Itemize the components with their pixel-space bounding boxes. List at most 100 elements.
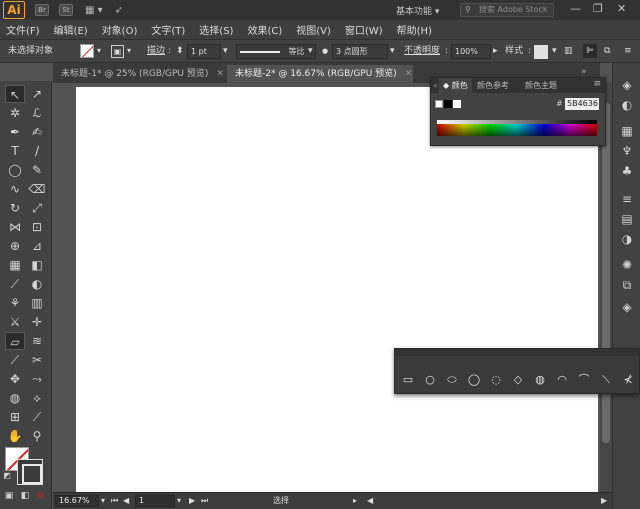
stroke-weight-field[interactable]: 1 pt xyxy=(187,44,221,59)
stock-search-input[interactable]: ⚲ 搜索 Adobe Stock xyxy=(460,3,554,17)
color-panel-menu-icon[interactable]: ≡ xyxy=(593,79,601,89)
knife-tool-icon[interactable]: ⟋ xyxy=(5,351,25,369)
puppet-warp-tool-icon[interactable]: ✥ xyxy=(5,370,25,388)
default-colors-icon[interactable]: ◩ xyxy=(2,467,12,485)
status-scroll-right-icon[interactable]: ▶ xyxy=(601,495,607,507)
ellipse-tool-icon[interactable]: ◯ xyxy=(5,161,25,179)
workspace-switcher[interactable]: 基本功能 ▾ xyxy=(396,4,439,17)
panel-collapse-icon[interactable]: « xyxy=(431,78,438,93)
transform-icon[interactable]: ⧉ xyxy=(604,44,610,58)
menu-type[interactable]: 文字(T) xyxy=(151,22,185,37)
toolbar-grip[interactable] xyxy=(395,349,639,356)
curvature-tool-icon[interactable]: ✍ xyxy=(27,123,47,141)
opacity-label[interactable]: 不透明度 xyxy=(404,44,440,58)
pen-tool-icon[interactable]: ✒ xyxy=(5,123,25,141)
stock-button[interactable]: St xyxy=(59,4,73,16)
eyedropper-tool-icon[interactable]: ⟋ xyxy=(5,275,25,293)
magic-wand-tool-icon[interactable]: ✲ xyxy=(5,104,25,122)
appearance-icon[interactable]: ✺ xyxy=(619,257,635,273)
layers-icon[interactable]: ◈ xyxy=(619,299,635,315)
menu-file[interactable]: 文件(F) xyxy=(6,22,40,37)
opacity-field[interactable]: 100% xyxy=(451,44,491,59)
stroke-profile-select[interactable]: 等比 xyxy=(236,44,316,59)
rocket-icon[interactable]: ➶ xyxy=(115,5,123,16)
style-dropdown-icon[interactable]: ▾ xyxy=(552,44,557,58)
zoom-field[interactable]: 16.67% xyxy=(55,495,99,507)
black-swatch[interactable] xyxy=(444,100,452,108)
artboard-dropdown-icon[interactable]: ▾ xyxy=(177,495,181,507)
gradient-icon[interactable]: ▤ xyxy=(619,211,635,227)
hand-tool-icon[interactable]: ✋ xyxy=(5,427,25,445)
stroke-color-swatch[interactable] xyxy=(17,459,43,485)
none-mode-icon[interactable]: ⊘ xyxy=(34,487,48,505)
stroke-label[interactable]: 描边 xyxy=(147,44,165,58)
menu-effect[interactable]: 效果(C) xyxy=(247,22,282,37)
document-setup-icon[interactable]: ▥ xyxy=(564,44,573,58)
none-swatch[interactable] xyxy=(435,100,443,108)
opacity-dropdown-icon[interactable]: ▸ xyxy=(493,44,498,58)
tab-untitled-2[interactable]: 未标题-2* @ 16.67% (RGB/GPU 预览) ✕ xyxy=(227,65,413,83)
last-artboard-icon[interactable]: ⏭ xyxy=(201,495,208,507)
stroke-profile-dropdown-icon[interactable]: ▾ xyxy=(308,44,313,58)
arrange-documents-icon[interactable]: ▦ ▾ xyxy=(85,5,103,16)
line-shape-icon[interactable]: ⟍ xyxy=(599,373,613,387)
restore-button[interactable]: ❐ xyxy=(593,2,603,15)
next-artboard-icon[interactable]: ▶ xyxy=(189,495,195,507)
bridge-button[interactable]: Br xyxy=(35,4,49,16)
curve-shape-icon[interactable]: ⌒ xyxy=(577,373,591,387)
white-swatch[interactable] xyxy=(453,100,461,108)
type-tool-icon[interactable]: T xyxy=(5,142,25,160)
hex-input[interactable]: 5B4636 xyxy=(565,98,599,110)
line-tool-icon[interactable]: / xyxy=(27,142,47,160)
rounded-circle-icon[interactable]: ◌ xyxy=(489,373,503,387)
menu-help[interactable]: 帮助(H) xyxy=(397,22,432,37)
rectangle-tool-icon[interactable]: ▱ xyxy=(5,332,25,350)
symbol-sprayer-tool-icon[interactable]: ⚘ xyxy=(5,294,25,312)
menu-edit[interactable]: 编辑(E) xyxy=(54,22,88,37)
tab-color[interactable]: ◆ 颜色 xyxy=(439,78,472,93)
status-scroll-left-icon[interactable]: ◀ xyxy=(367,495,373,507)
artboard-tool-icon[interactable]: ⊞ xyxy=(5,408,25,426)
prev-artboard-icon[interactable]: ◀ xyxy=(123,495,129,507)
tab-untitled-1[interactable]: 未标题-1* @ 25% (RGB/GPU 预览) ✕ xyxy=(53,65,225,83)
artboard-number-field[interactable]: 1 xyxy=(135,495,175,507)
color-mode-icon[interactable]: ▣ xyxy=(2,487,16,505)
style-swatch[interactable] xyxy=(534,45,548,59)
tab-color-guide[interactable]: 颜色参考 xyxy=(473,78,513,93)
menu-view[interactable]: 视图(V) xyxy=(296,22,331,37)
globe-tool-icon[interactable]: ◍ xyxy=(5,389,25,407)
rectangle-shape-icon[interactable]: ▭ xyxy=(401,373,415,387)
color-panel-icon[interactable]: ◈ xyxy=(619,77,635,93)
stroke-swatch[interactable]: ▣ xyxy=(111,45,124,58)
width-tool-icon[interactable]: ⋈ xyxy=(5,218,25,236)
ellipse-shape-icon[interactable]: ⬭ xyxy=(445,373,459,387)
menu-window[interactable]: 窗口(W) xyxy=(345,22,383,37)
fill-swatch[interactable] xyxy=(80,44,94,58)
mesh-tool-icon[interactable]: ▦ xyxy=(5,256,25,274)
transparency-icon[interactable]: ◑ xyxy=(619,231,635,247)
selection-tool-icon[interactable]: ↖ xyxy=(5,85,25,103)
oval-shape-icon[interactable]: ◯ xyxy=(467,373,481,387)
stroke-icon[interactable]: ≡ xyxy=(619,191,635,207)
diamond-shape-icon[interactable]: ◇ xyxy=(511,373,525,387)
dropper-tool-icon[interactable]: ⟋ xyxy=(27,408,47,426)
menu-object[interactable]: 对象(O) xyxy=(102,22,138,37)
paintbrush-tool-icon[interactable]: ✎ xyxy=(27,161,47,179)
blend-tool-icon[interactable]: ◐ xyxy=(27,275,47,293)
direct-selection-tool-icon[interactable]: ↗ xyxy=(27,85,47,103)
graph-tool-icon[interactable]: ▥ xyxy=(27,294,47,312)
minimize-button[interactable]: — xyxy=(570,2,581,15)
star-tool-icon[interactable]: ≋ xyxy=(27,332,47,350)
stroke-dropdown-icon[interactable]: ▾ xyxy=(127,44,131,58)
align-icon[interactable]: ⊫ xyxy=(583,44,597,58)
close-tab-icon[interactable]: ✕ xyxy=(405,69,413,79)
menu-select[interactable]: 选择(S) xyxy=(199,22,233,37)
scissors-tool-icon[interactable]: ✂ xyxy=(27,351,47,369)
artboard[interactable] xyxy=(76,87,598,492)
rotate-tool-icon[interactable]: ↻ xyxy=(5,199,25,217)
zoom-tool-icon[interactable]: ⚲ xyxy=(27,427,47,445)
shaper-tool-icon[interactable]: ∿ xyxy=(5,180,25,198)
free-transform-tool-icon[interactable]: ⊡ xyxy=(27,218,47,236)
panel-menu-icon[interactable]: ≡ xyxy=(624,44,632,58)
close-button[interactable]: ✕ xyxy=(617,2,626,15)
